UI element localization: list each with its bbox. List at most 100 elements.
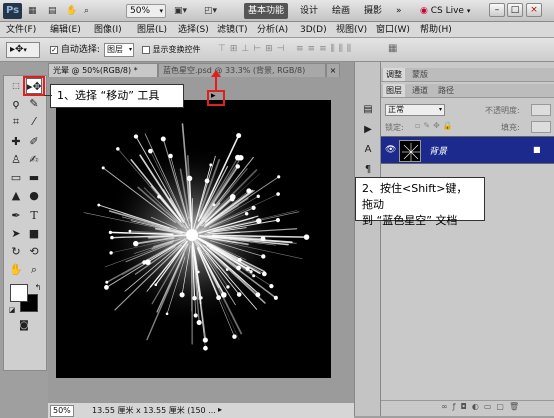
healing-brush-tool-icon[interactable]: ✚ bbox=[8, 134, 24, 150]
tab-channels[interactable]: 通道 bbox=[409, 84, 431, 97]
menu-edit[interactable]: 编辑(E) bbox=[50, 23, 81, 37]
menu-view[interactable]: 视图(V) bbox=[336, 23, 367, 37]
cs-live-button[interactable]: ◉ CS Live ▾ bbox=[420, 4, 470, 18]
hand-icon[interactable]: ✋ bbox=[66, 4, 77, 18]
marquee-tool-icon[interactable]: ⬚ bbox=[8, 78, 24, 94]
close-button[interactable]: × bbox=[526, 3, 542, 17]
align-top-icon[interactable]: ⊤ bbox=[218, 44, 230, 54]
show-transform-controls-checkbox[interactable]: 显示变换控件 bbox=[142, 44, 201, 56]
3d-orbit-tool-icon[interactable]: ⟲ bbox=[26, 244, 42, 260]
zoom-tool-icon[interactable]: ⌕ bbox=[26, 262, 42, 278]
align-vcenter-icon[interactable]: ⊞ bbox=[230, 44, 242, 54]
starburst-ray-tip bbox=[277, 175, 281, 179]
menu-help[interactable]: 帮助(H) bbox=[420, 23, 452, 37]
distribute-left-icon[interactable]: ⫼ bbox=[331, 44, 339, 54]
menu-window[interactable]: 窗口(W) bbox=[376, 23, 410, 37]
character-panel-icon[interactable]: A bbox=[360, 142, 376, 158]
new-group-icon[interactable]: ▭ bbox=[484, 402, 497, 411]
lock-icons[interactable]: ▫✎✥🔒 bbox=[415, 121, 456, 130]
align-hcenter-icon[interactable]: ⊞ bbox=[265, 44, 277, 54]
shape-tool-icon[interactable]: ■ bbox=[26, 226, 42, 242]
layer-style-icon[interactable]: ƒ bbox=[453, 402, 461, 411]
restore-button[interactable]: □ bbox=[507, 3, 523, 17]
blur-tool-icon[interactable]: ▲ bbox=[8, 188, 24, 204]
tab-layers[interactable]: 图层 bbox=[383, 84, 405, 97]
lasso-tool-icon[interactable]: ϙ bbox=[8, 96, 24, 112]
brush-tool-icon[interactable]: ✐ bbox=[26, 134, 42, 150]
more-workspaces-button[interactable]: » bbox=[392, 3, 406, 19]
arrange-documents-icon[interactable]: ▣▾ bbox=[174, 4, 187, 18]
align-left-icon[interactable]: ⊢ bbox=[253, 44, 265, 54]
auto-select-checkbox[interactable]: ✓ 自动选择: bbox=[50, 44, 100, 56]
delete-layer-icon[interactable]: 🗑 bbox=[509, 402, 524, 411]
hand-tool-icon[interactable]: ✋ bbox=[8, 262, 24, 278]
tab-glow-document[interactable]: 光晕 @ 50%(RGB/8) * bbox=[48, 63, 158, 77]
auto-align-icon[interactable]: ▦ bbox=[388, 43, 397, 54]
fill-field[interactable] bbox=[531, 121, 551, 133]
tab-blue-starry-sky-document[interactable]: 蓝色星空.psd @ 33.3% (背景, RGB/8) bbox=[158, 63, 326, 77]
distribute-bottom-icon[interactable]: ≡ bbox=[319, 44, 331, 54]
tab-close-button[interactable]: × bbox=[326, 63, 340, 77]
crop-tool-icon[interactable]: ⌗ bbox=[8, 114, 24, 130]
new-layer-icon[interactable]: ▢ bbox=[496, 402, 509, 411]
link-layers-icon[interactable]: ∞ bbox=[441, 402, 453, 411]
tab-paths[interactable]: 路径 bbox=[435, 84, 457, 97]
menu-3d[interactable]: 3D(D) bbox=[300, 23, 327, 37]
distribute-hcenter-icon[interactable]: ⫼ bbox=[339, 44, 347, 54]
quick-select-tool-icon[interactable]: ✎ bbox=[26, 96, 42, 112]
distribute-vcenter-icon[interactable]: ≡ bbox=[308, 44, 320, 54]
zoom-level-select[interactable]: 50% ▾ bbox=[126, 4, 166, 18]
eraser-tool-icon[interactable]: ▭ bbox=[8, 170, 24, 186]
menu-file[interactable]: 文件(F) bbox=[6, 23, 36, 37]
workspace-painting[interactable]: 绘画 bbox=[328, 3, 354, 19]
history-brush-tool-icon[interactable]: ✍ bbox=[26, 152, 42, 168]
distribute-right-icon[interactable]: ⫼ bbox=[347, 44, 355, 54]
chevron-down-icon: ▾ bbox=[23, 46, 27, 54]
screen-mode-icon[interactable]: ◰▾ bbox=[204, 4, 217, 18]
distribute-top-icon[interactable]: ≡ bbox=[296, 44, 308, 54]
swap-colors-icon[interactable]: ↰ bbox=[30, 280, 46, 296]
eye-visibility-icon[interactable]: 👁 bbox=[385, 145, 396, 155]
status-menu-arrow-icon[interactable]: ▸ bbox=[218, 405, 222, 414]
adjustment-layer-icon[interactable]: ◐ bbox=[472, 402, 484, 411]
quick-mask-icon[interactable]: ◙ bbox=[16, 318, 32, 334]
document-canvas[interactable] bbox=[56, 100, 331, 378]
type-tool-icon[interactable]: T bbox=[26, 208, 42, 224]
layer-row-background[interactable]: 👁 背景 ■ bbox=[381, 136, 554, 164]
align-right-icon[interactable]: ⊣ bbox=[277, 44, 289, 54]
menu-select[interactable]: 选择(S) bbox=[178, 23, 209, 37]
align-bottom-icon[interactable]: ⊥ bbox=[241, 44, 253, 54]
add-mask-icon[interactable]: ◘ bbox=[461, 402, 472, 411]
tab-masks[interactable]: 蒙版 bbox=[409, 68, 431, 81]
status-zoom-field[interactable]: 50% bbox=[50, 405, 74, 417]
auto-select-dropdown[interactable]: 图层 ▾ bbox=[104, 43, 134, 57]
mini-bridge-icon[interactable]: ▤ bbox=[48, 4, 57, 18]
history-panel-icon[interactable]: ▤ bbox=[360, 102, 376, 118]
paragraph-panel-icon[interactable]: ¶ bbox=[360, 162, 376, 178]
dodge-tool-icon[interactable]: ● bbox=[26, 188, 42, 204]
menu-filter[interactable]: 滤镜(T) bbox=[217, 23, 248, 37]
menu-layer[interactable]: 图层(L) bbox=[137, 23, 167, 37]
workspace-photography[interactable]: 摄影 bbox=[360, 3, 386, 19]
opacity-field[interactable] bbox=[531, 104, 551, 116]
callout-connector-line bbox=[44, 95, 52, 96]
foreground-color-swatch[interactable] bbox=[10, 284, 28, 302]
minimize-button[interactable]: – bbox=[489, 3, 505, 17]
3d-rotate-tool-icon[interactable]: ↻ bbox=[8, 244, 24, 260]
gradient-tool-icon[interactable]: ▬ bbox=[26, 170, 42, 186]
tab-adjustments[interactable]: 调整 bbox=[383, 68, 405, 81]
menu-image[interactable]: 图像(I) bbox=[94, 23, 122, 37]
tool-preset-picker[interactable]: ▸✥▾ bbox=[6, 42, 40, 58]
clone-stamp-tool-icon[interactable]: ♙ bbox=[8, 152, 24, 168]
pen-tool-icon[interactable]: ✒ bbox=[8, 208, 24, 224]
actions-panel-icon[interactable]: ▶ bbox=[360, 122, 376, 138]
zoom-tool-icon[interactable]: ⌕ bbox=[84, 4, 89, 18]
workspace-design[interactable]: 设计 bbox=[296, 3, 322, 19]
path-selection-tool-icon[interactable]: ➤ bbox=[8, 226, 24, 242]
bridge-icon[interactable]: ▦ bbox=[28, 4, 37, 18]
menu-analysis[interactable]: 分析(A) bbox=[257, 23, 288, 37]
blend-mode-select[interactable]: 正常 ▾ bbox=[385, 104, 445, 116]
default-colors-icon[interactable]: ◪ bbox=[4, 302, 20, 318]
workspace-essentials[interactable]: 基本功能 bbox=[244, 3, 289, 19]
eyedropper-tool-icon[interactable]: ⁄ bbox=[26, 114, 42, 130]
